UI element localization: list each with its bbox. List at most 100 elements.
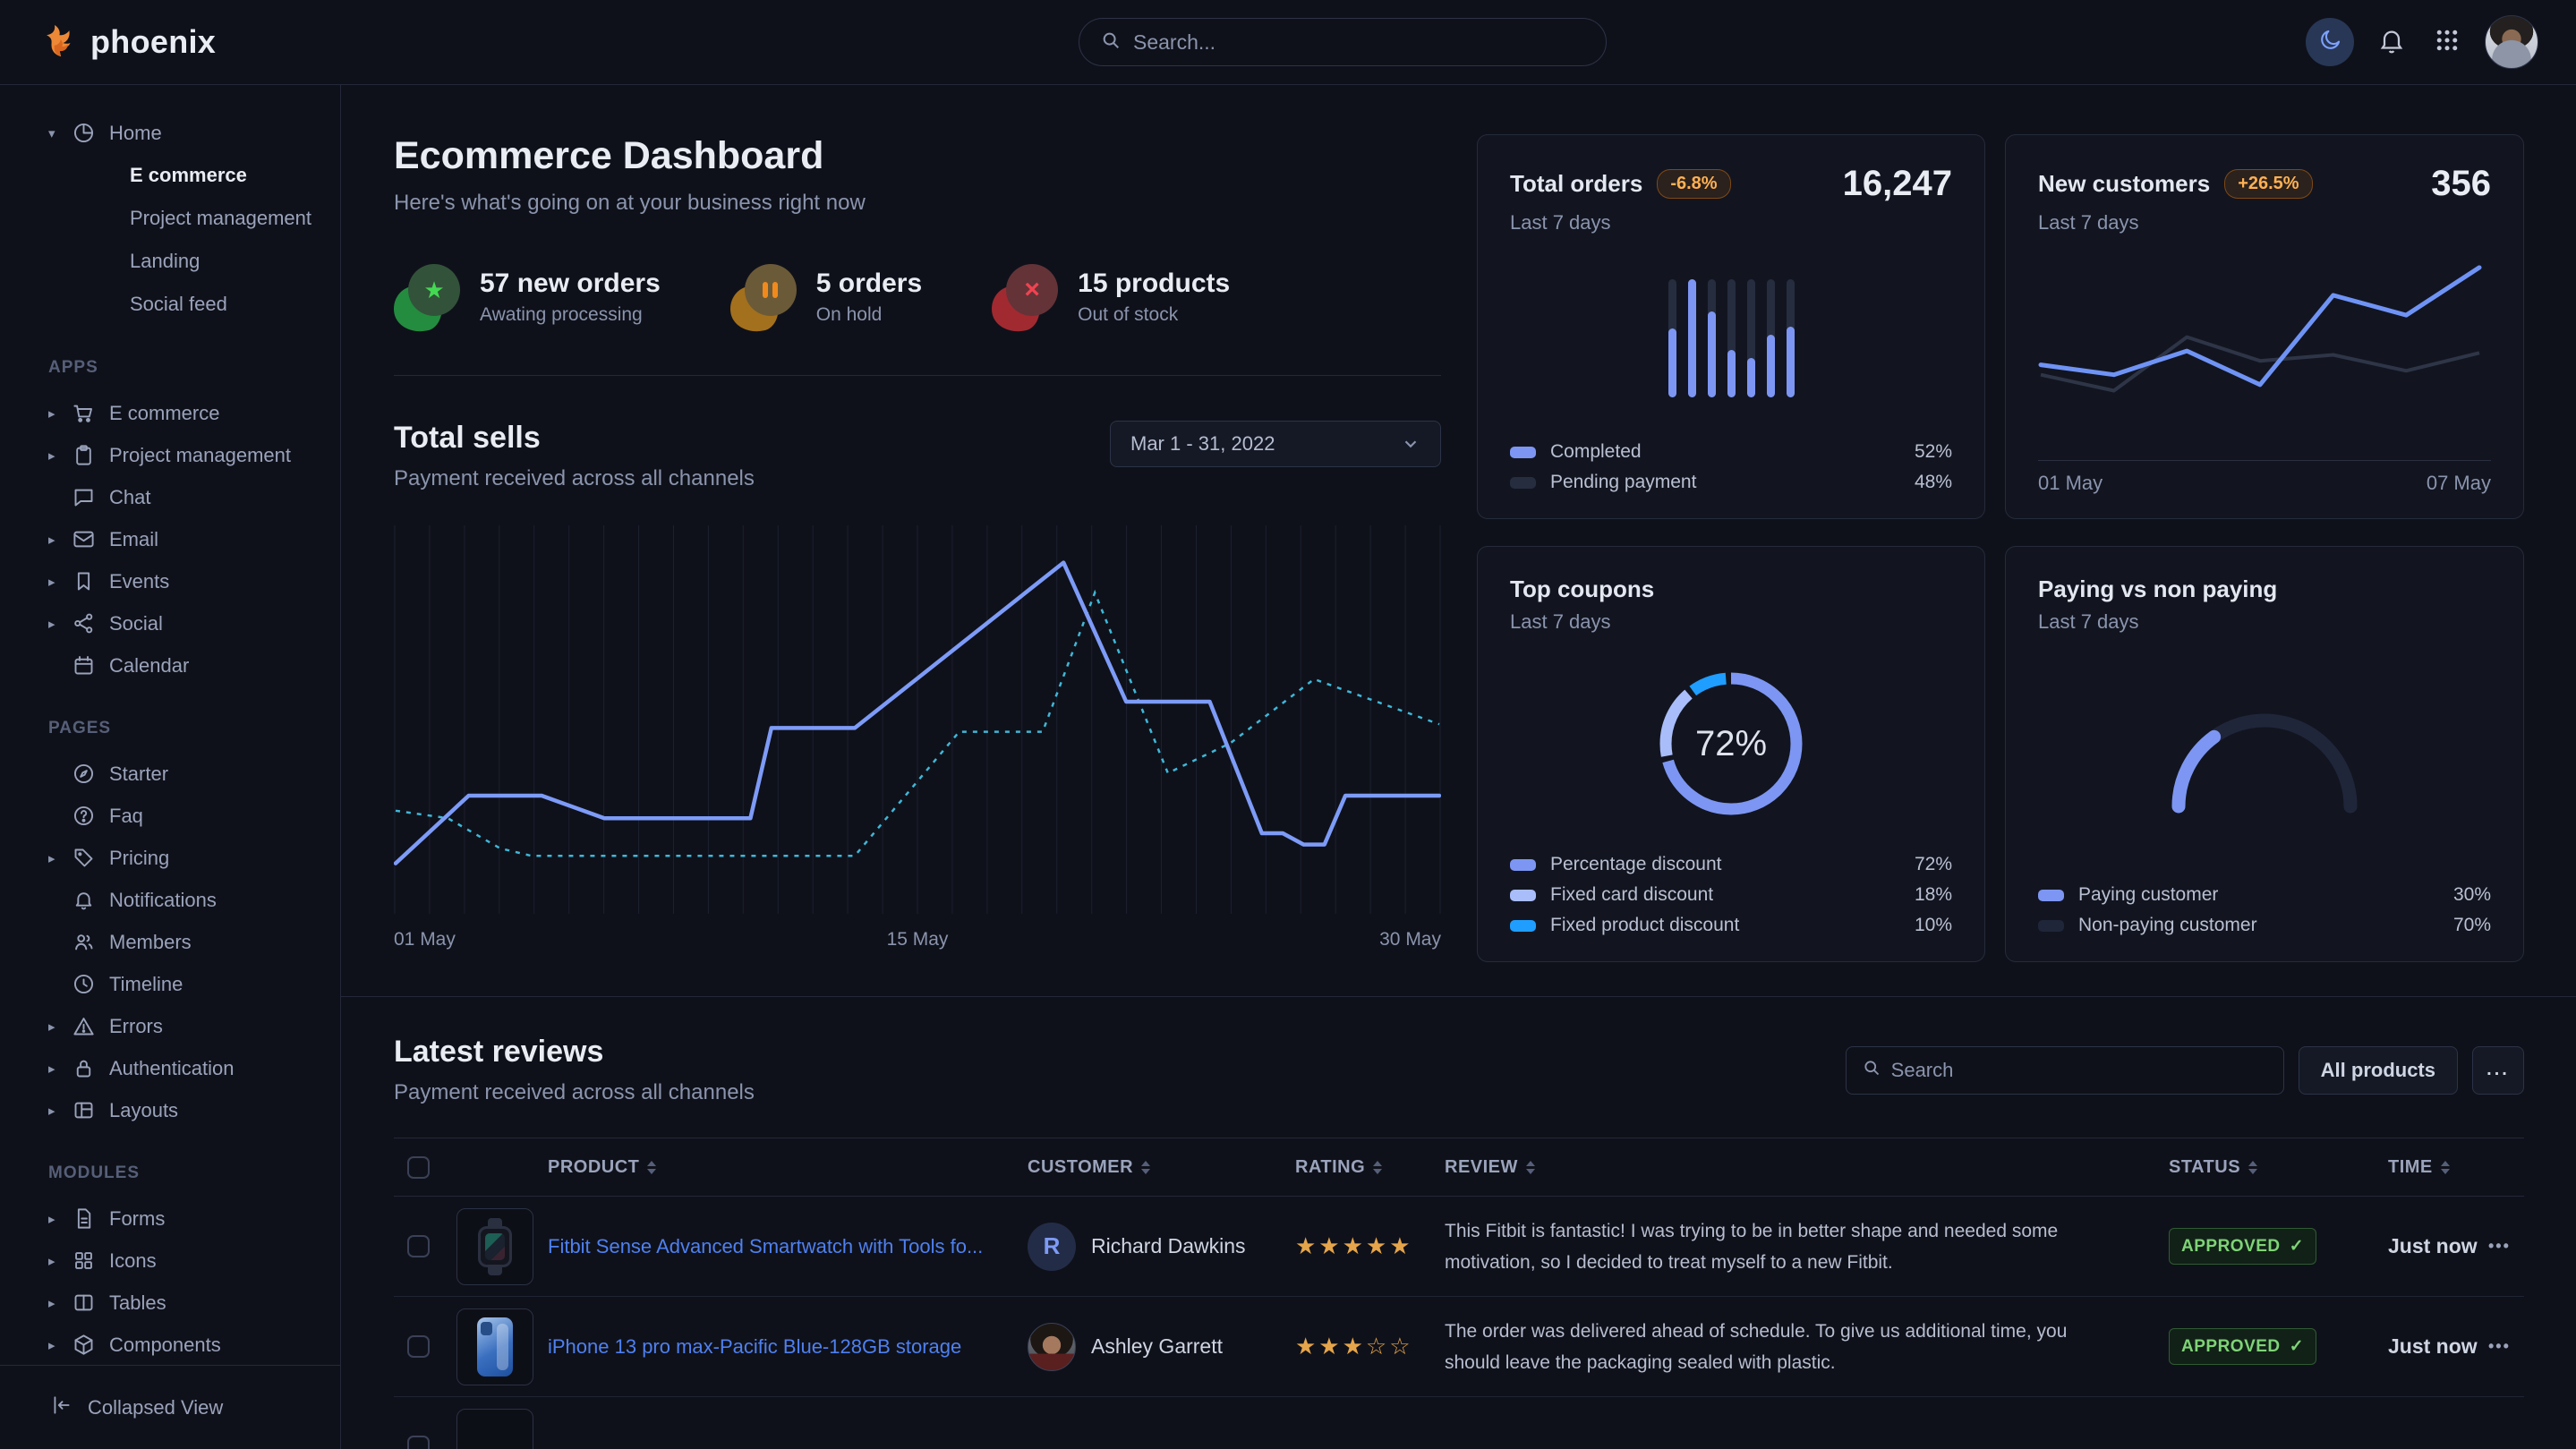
sidebar-item-social[interactable]: ▸Social — [0, 602, 340, 644]
row-actions-button[interactable]: ••• — [2488, 1237, 2524, 1256]
total-orders-bar-chart — [1668, 279, 1795, 397]
sidebar-item-starter[interactable]: Starter — [0, 753, 340, 795]
row-actions-button[interactable]: ••• — [2488, 1337, 2524, 1356]
sidebar-item-label: Home — [109, 122, 162, 145]
column-header-product[interactable]: PRODUCT — [548, 1157, 1028, 1178]
column-header-rating[interactable]: RATING — [1295, 1157, 1445, 1178]
global-search[interactable] — [1079, 18, 1607, 66]
grid-icon — [72, 1249, 109, 1273]
status-cell: APPROVED✓ — [2169, 1228, 2388, 1265]
total-sells-x-axis: 01 May15 May30 May — [394, 929, 1441, 950]
row-checkbox[interactable] — [407, 1235, 430, 1257]
sidebar-item-tables[interactable]: ▸Tables — [0, 1282, 340, 1324]
total-sells-chart: 01 May15 May30 May — [394, 525, 1441, 950]
sidebar-subitem-e-commerce[interactable]: E commerce — [0, 154, 340, 197]
product-link[interactable]: iPhone 13 pro max-Pacific Blue-128GB sto… — [548, 1335, 1028, 1359]
global-search-input[interactable] — [1133, 30, 1584, 55]
order-bar-track — [1787, 279, 1795, 397]
column-header-status[interactable]: STATUS — [2169, 1157, 2388, 1178]
order-bar-track — [1727, 279, 1736, 397]
column-header-time[interactable]: TIME — [2388, 1157, 2488, 1178]
row-checkbox[interactable] — [407, 1335, 430, 1358]
sidebar-item-notifications[interactable]: Notifications — [0, 879, 340, 921]
total-sells-title: Total sells — [394, 421, 755, 456]
apps-grid-button[interactable] — [2429, 24, 2465, 60]
reviews-search[interactable] — [1846, 1046, 2284, 1095]
select-all-checkbox[interactable] — [407, 1156, 430, 1179]
user-avatar[interactable] — [2485, 15, 2538, 69]
top-coupons-card: Top coupons Last 7 days 72% Percentage d… — [1477, 546, 1985, 962]
sidebar-item-e-commerce[interactable]: ▸E commerce — [0, 392, 340, 434]
sidebar-item-faq[interactable]: Faq — [0, 795, 340, 837]
sidebar-item-label: Authentication — [109, 1057, 234, 1080]
date-range-select[interactable]: Mar 1 - 31, 2022 — [1110, 421, 1441, 467]
all-products-button[interactable]: All products — [2299, 1046, 2458, 1095]
sidebar-item-label: Components — [109, 1334, 221, 1357]
sidebar-item-components[interactable]: ▸Components — [0, 1324, 340, 1366]
product-link[interactable]: Fitbit Sense Advanced Smartwatch with To… — [548, 1235, 1028, 1258]
chevron-down-icon — [1401, 434, 1420, 454]
sidebar-section-label-apps: APPS — [0, 358, 340, 378]
row-checkbox[interactable] — [407, 1436, 430, 1449]
box-icon — [72, 1333, 109, 1357]
sidebar-item-authentication[interactable]: ▸ Authentication — [0, 1047, 340, 1089]
sidebar-item-forms[interactable]: ▸Forms — [0, 1198, 340, 1240]
caret-right-icon: ▸ — [48, 1253, 72, 1269]
paying-gauge-chart — [2038, 634, 2491, 884]
main-content: Ecommerce Dashboard Here's what's going … — [341, 85, 2576, 1449]
review-text: The order was delivered ahead of schedul… — [1445, 1316, 2169, 1378]
sidebar-subitem-landing[interactable]: Landing — [0, 240, 340, 283]
theme-toggle-button[interactable] — [2306, 18, 2354, 66]
sidebar-item-layouts[interactable]: ▸Layouts — [0, 1089, 340, 1131]
order-bar-fill — [1708, 311, 1716, 397]
sidebar-item-events[interactable]: ▸Events — [0, 560, 340, 602]
sidebar-item-project-management[interactable]: ▸Project management — [0, 434, 340, 476]
sidebar-item-chat[interactable]: Chat — [0, 476, 340, 518]
chat-icon — [72, 485, 109, 509]
calendar-icon — [72, 653, 109, 678]
customer-name: Ashley Garrett — [1091, 1334, 1223, 1359]
stat-value: 57 new orders — [480, 268, 661, 299]
sidebar-item-timeline[interactable]: Timeline — [0, 963, 340, 1005]
brand-name: phoenix — [90, 23, 216, 61]
paying-legend: Paying customer30%Non-paying customer70% — [2038, 884, 2491, 936]
more-options-button[interactable]: ... — [2472, 1046, 2524, 1095]
sidebar-subitem-social-feed[interactable]: Social feed — [0, 283, 340, 326]
top-coupons-donut-chart: 72% — [1510, 634, 1952, 854]
clipboard-icon — [72, 443, 109, 467]
reviews-table: PRODUCTCUSTOMERRATINGREVIEWSTATUSTIME Fi… — [394, 1138, 2524, 1449]
sort-icon — [647, 1161, 656, 1174]
sidebar-item-home[interactable]: ▾Home — [0, 112, 340, 154]
reviews-search-input[interactable] — [1891, 1059, 2267, 1082]
brand-logo[interactable]: phoenix — [38, 20, 216, 65]
lock-icon — [72, 1056, 109, 1080]
sidebar-item-errors[interactable]: ▸Errors — [0, 1005, 340, 1047]
notifications-button[interactable] — [2374, 24, 2410, 60]
total-orders-value: 16,247 — [1843, 164, 1952, 204]
sidebar-item-label: Members — [109, 931, 192, 954]
sidebar-item-icons[interactable]: ▸Icons — [0, 1240, 340, 1282]
legend-label: Pending payment — [1550, 472, 1696, 493]
sidebar-item-calendar[interactable]: Calendar — [0, 644, 340, 686]
phoenix-flame-icon — [38, 20, 79, 65]
column-header-customer[interactable]: CUSTOMER — [1028, 1157, 1295, 1178]
caret-right-icon: ▸ — [48, 1061, 72, 1077]
check-icon: ✓ — [2290, 1236, 2304, 1257]
column-header-review[interactable]: REVIEW — [1445, 1157, 2169, 1178]
product-thumbnail[interactable] — [456, 1409, 533, 1449]
legend-swatch — [2038, 920, 2064, 932]
product-thumbnail[interactable] — [456, 1208, 533, 1285]
legend-swatch — [2038, 890, 2064, 901]
sidebar-item-label: Project management — [109, 444, 291, 467]
sidebar-item-email[interactable]: ▸Email — [0, 518, 340, 560]
sidebar-item-pricing[interactable]: ▸Pricing — [0, 837, 340, 879]
sidebar-subitem-project-management[interactable]: Project management — [0, 197, 340, 240]
product-thumbnail[interactable] — [456, 1308, 533, 1385]
legend-label: Percentage discount — [1550, 854, 1721, 875]
top-coupons-title: Top coupons — [1510, 575, 1654, 603]
collapse-sidebar-button[interactable]: Collapsed View — [0, 1365, 340, 1449]
layout-icon — [72, 1098, 109, 1122]
customer-cell: Ashley Garrett — [1028, 1323, 1295, 1371]
sidebar-item-members[interactable]: Members — [0, 921, 340, 963]
top-coupons-legend: Percentage discount72%Fixed card discoun… — [1510, 854, 1952, 936]
